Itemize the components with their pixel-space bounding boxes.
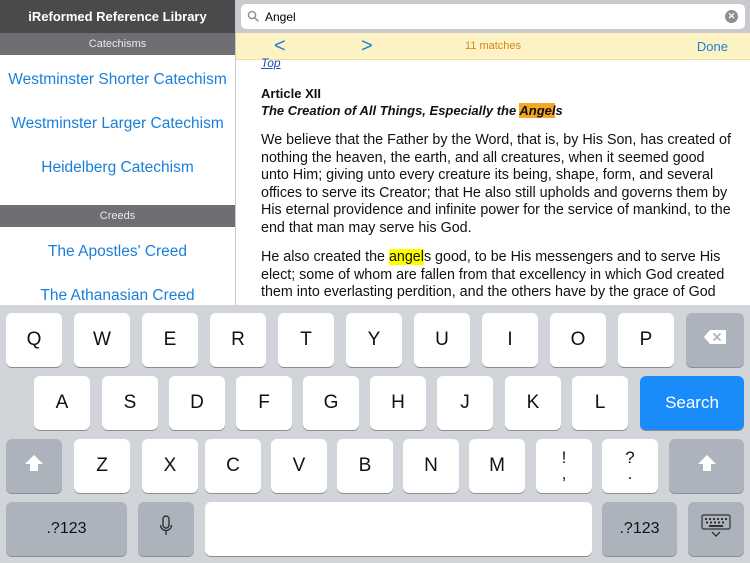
key-q[interactable]: Q [6,313,62,367]
key-w[interactable]: W [74,313,130,367]
article-subtitle: The Creation of All Things, Especially t… [261,102,731,120]
hide-keyboard-icon [701,514,731,544]
shift-key-left[interactable] [6,439,62,493]
key-f[interactable]: F [236,376,292,430]
key-period-label: . [627,464,633,483]
subtitle-text: The Creation of All Things, Especially t… [261,103,520,118]
sidebar-item-heidelberg[interactable]: Heidelberg Catechism [0,157,235,179]
shift-icon [24,454,44,478]
key-m[interactable]: M [469,439,525,493]
key-y[interactable]: Y [346,313,402,367]
key-d[interactable]: D [169,376,225,430]
sidebar: iReformed Reference Library Catechisms W… [0,0,235,305]
paragraph-2-start: He also created the [261,249,389,265]
search-field[interactable]: ✕ [241,4,745,29]
article-heading: Article XII [261,86,321,101]
backspace-key[interactable] [686,313,744,367]
reader-pane: ✕ < > 11 matches Done Top Article XII Th… [236,0,750,305]
numbers-key-right[interactable]: .?123 [602,502,677,556]
sidebar-item-westminster-larger[interactable]: Westminster Larger Catechism [0,113,235,135]
section-header-catechisms: Catechisms [0,33,235,55]
sidebar-item-apostles-creed[interactable]: The Apostles' Creed [0,241,235,263]
key-p[interactable]: P [618,313,674,367]
key-h[interactable]: H [370,376,426,430]
paragraph-2: He also created the angels good, to be H… [261,249,731,302]
clear-icon[interactable]: ✕ [725,10,738,23]
key-u[interactable]: U [414,313,470,367]
key-r[interactable]: R [210,313,266,367]
paragraph-1: We believe that the Father by the Word, … [261,132,731,236]
shift-key-right[interactable] [669,439,744,493]
key-question-period[interactable]: ? . [602,439,658,493]
search-bar: ✕ [236,0,750,33]
key-a[interactable]: A [34,376,90,430]
section-header-creeds: Creeds [0,205,235,227]
key-o[interactable]: O [550,313,606,367]
dictation-key[interactable] [138,502,194,556]
key-exclamation-comma[interactable]: ! , [536,439,592,493]
key-v[interactable]: V [271,439,327,493]
microphone-icon [159,515,173,543]
backspace-icon [703,329,727,351]
numbers-key-left[interactable]: .?123 [6,502,127,556]
app-title: iReformed Reference Library [0,0,235,33]
key-n[interactable]: N [403,439,459,493]
subtitle-tail: s [555,103,563,118]
key-e[interactable]: E [142,313,198,367]
key-c[interactable]: C [205,439,261,493]
key-k[interactable]: K [505,376,561,430]
key-j[interactable]: J [437,376,493,430]
key-z[interactable]: Z [74,439,130,493]
sidebar-item-athanasian-creed[interactable]: The Athanasian Creed [0,285,235,305]
magnifier-icon [247,9,259,27]
document-content: Top Article XII The Creation of All Thin… [261,57,731,302]
shift-icon [697,454,717,478]
key-s[interactable]: S [102,376,158,430]
key-comma-label: , [561,464,567,483]
key-t[interactable]: T [278,313,334,367]
match-highlight: angel [388,249,424,265]
key-l[interactable]: L [572,376,628,430]
key-g[interactable]: G [303,376,359,430]
top-link[interactable]: Top [261,57,731,69]
key-x[interactable]: X [142,439,198,493]
hide-keyboard-key[interactable] [688,502,744,556]
keyboard: Q W E R T Y U I O P A S D F G H J K L Se… [0,305,750,563]
current-match-highlight: Angel [519,103,556,118]
key-i[interactable]: I [482,313,538,367]
sidebar-item-westminster-shorter[interactable]: Westminster Shorter Catechism [0,69,235,91]
space-key[interactable] [205,502,592,556]
key-b[interactable]: B [337,439,393,493]
search-input[interactable] [265,9,705,24]
done-button[interactable]: Done [697,39,728,54]
match-count: 11 matches [464,40,522,52]
search-key[interactable]: Search [640,376,744,430]
find-bar: < > 11 matches Done [236,33,750,60]
